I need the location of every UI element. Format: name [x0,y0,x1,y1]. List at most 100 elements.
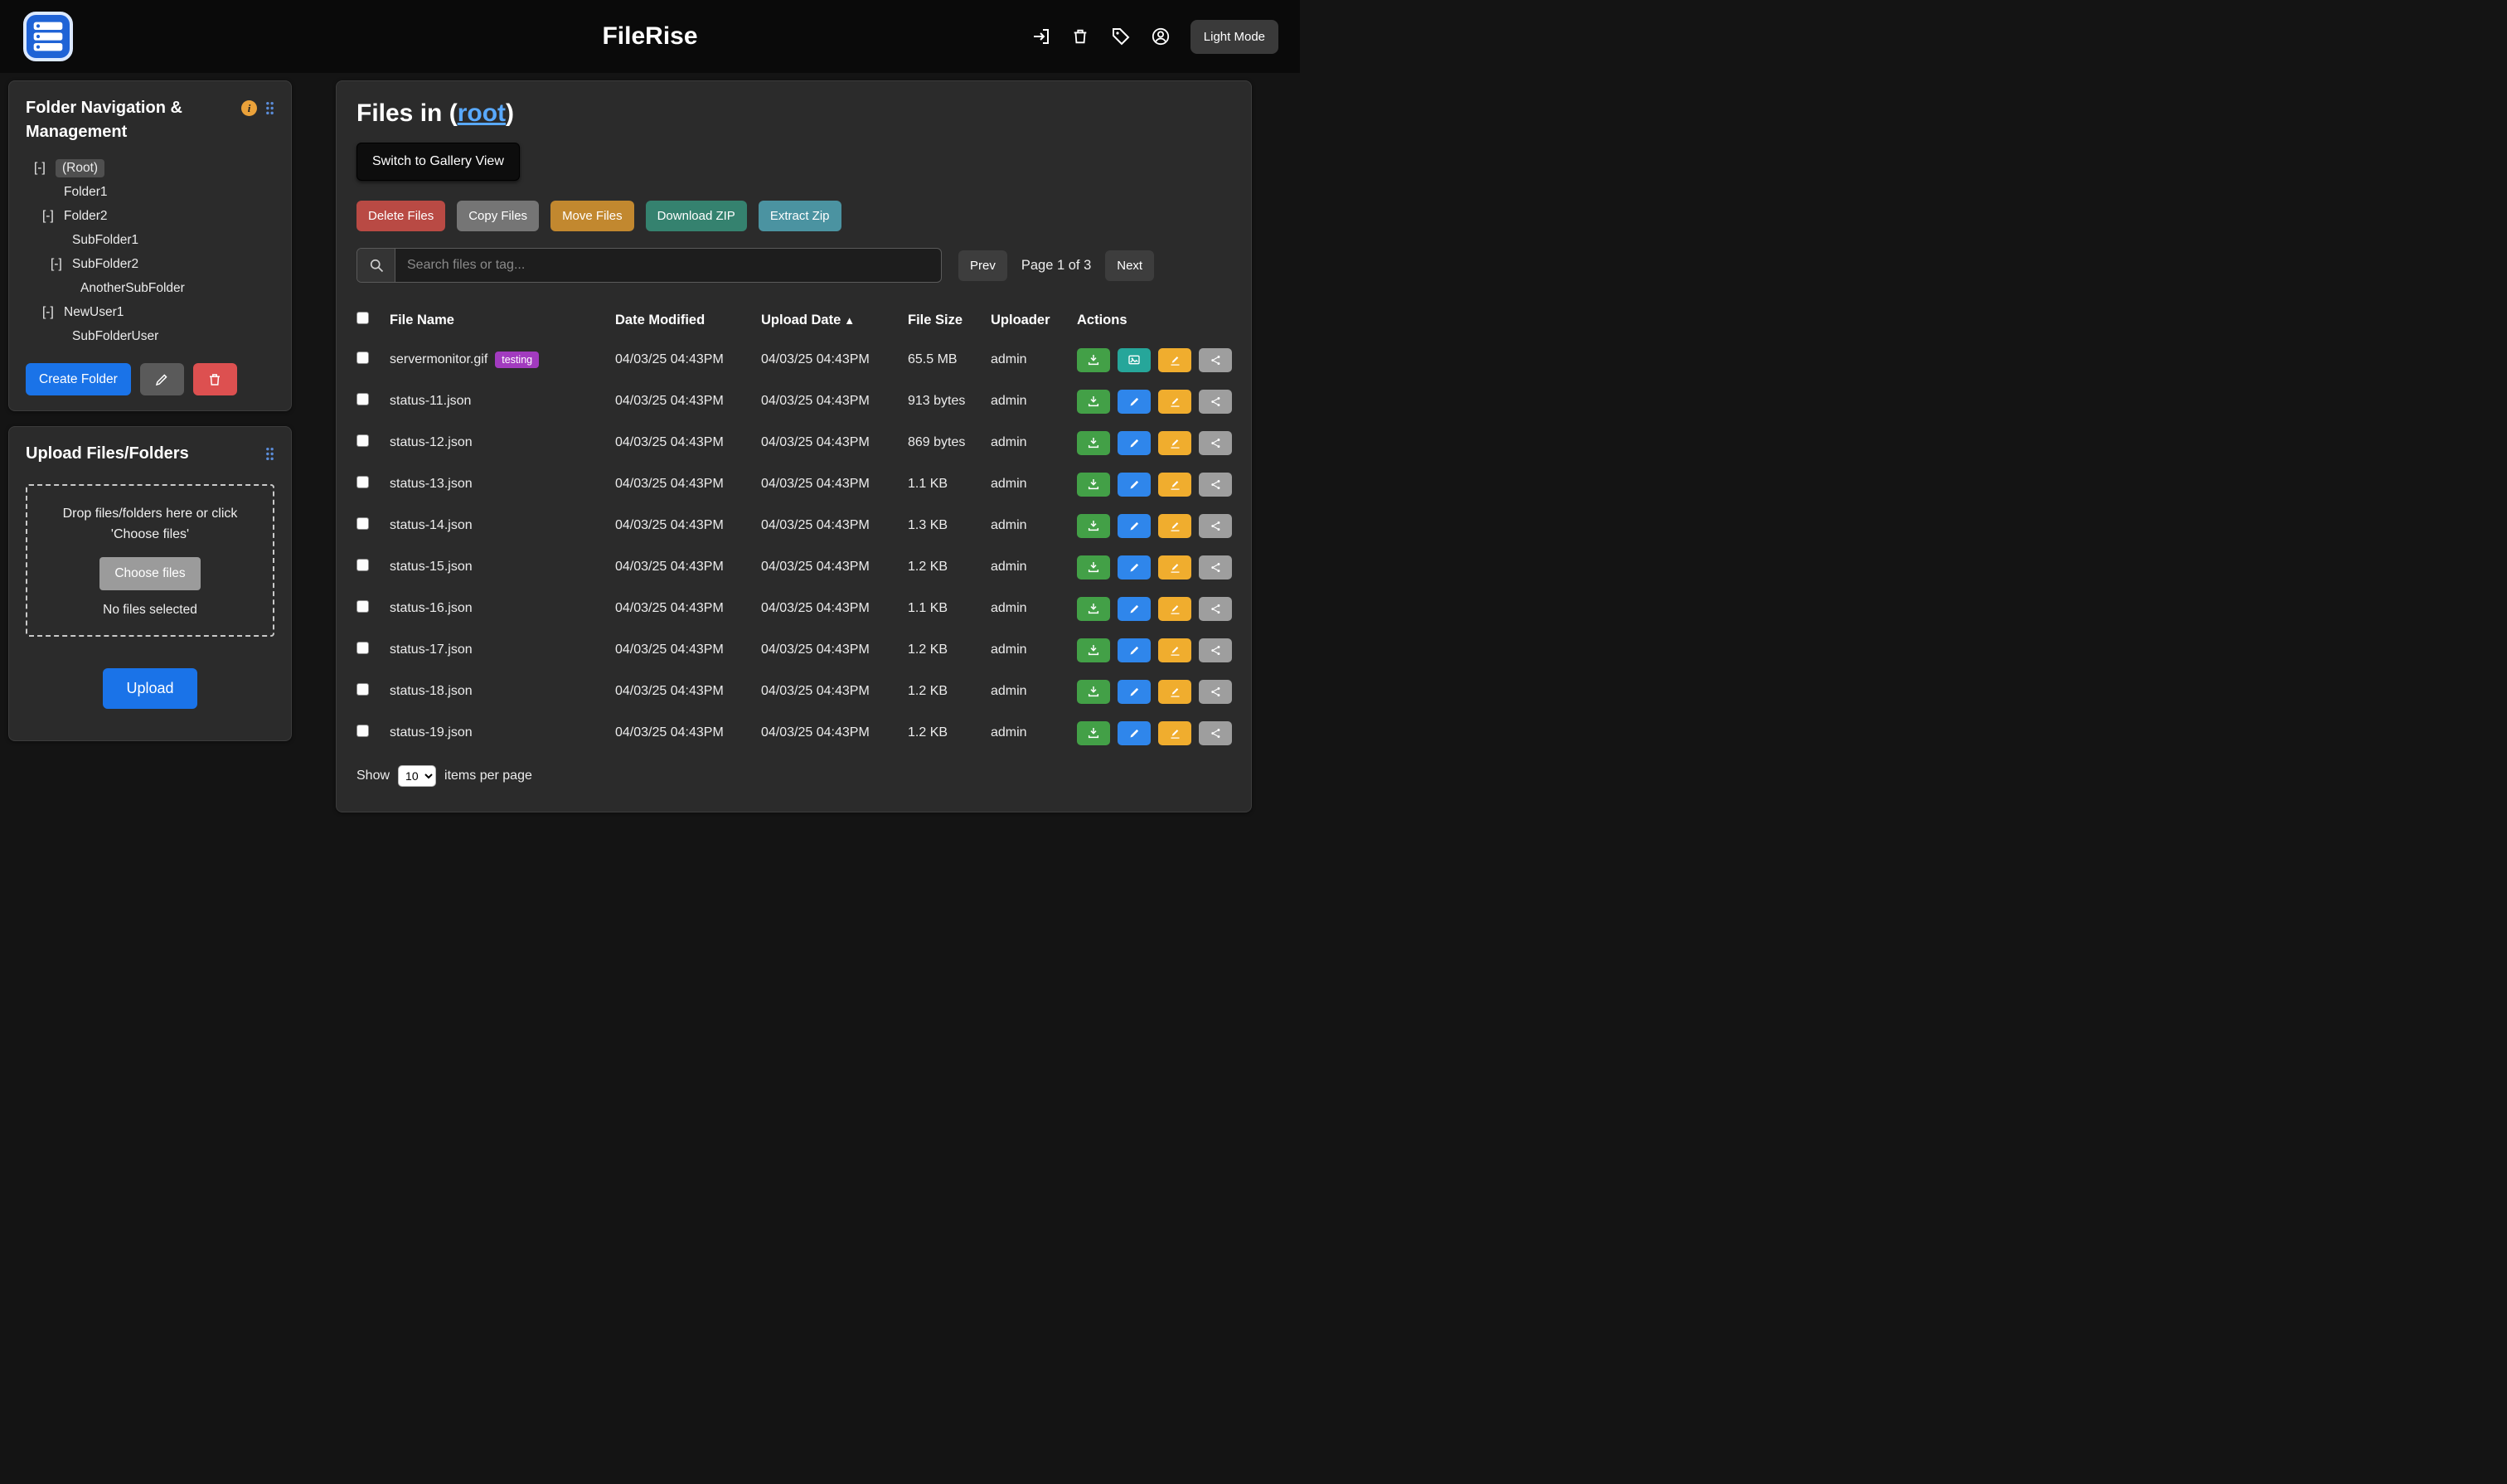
header-file-size[interactable]: File Size [908,313,991,328]
edit-button[interactable] [1118,431,1151,455]
prev-page-button[interactable]: Prev [958,250,1007,281]
logout-icon[interactable] [1031,27,1051,46]
header-file-name[interactable]: File Name [390,313,615,328]
share-button[interactable] [1199,390,1232,414]
tree-item[interactable]: [-]NewUser1 [26,300,274,324]
root-link[interactable]: root [458,99,506,127]
edit-button[interactable] [1118,390,1151,414]
tree-item[interactable]: Folder1 [26,180,274,204]
edit-button[interactable] [1118,555,1151,580]
rename-button[interactable] [1158,597,1191,621]
tree-toggle[interactable]: [-] [51,257,72,272]
share-button[interactable] [1199,680,1232,704]
download-button[interactable] [1077,390,1110,414]
select-all-checkbox[interactable] [356,312,369,324]
tree-item[interactable]: AnotherSubFolder [26,276,274,300]
edit-button[interactable] [1118,680,1151,704]
download-button[interactable] [1077,597,1110,621]
tree-item-label[interactable]: SubFolderUser [72,329,158,344]
row-checkbox[interactable] [356,725,369,737]
rename-button[interactable] [1158,473,1191,497]
items-per-page-select[interactable]: 10 [398,765,436,787]
download-button[interactable] [1077,473,1110,497]
file-name[interactable]: status-12.json [390,435,473,449]
extract-zip-button[interactable]: Extract Zip [759,201,841,231]
file-name[interactable]: status-15.json [390,560,473,574]
edit-button[interactable] [1118,473,1151,497]
tree-item-label[interactable]: AnotherSubFolder [80,281,185,296]
account-icon[interactable] [1151,27,1171,46]
edit-button[interactable] [1118,514,1151,538]
drag-handle-icon[interactable] [265,101,274,119]
delete-folder-button[interactable] [193,363,237,395]
download-zip-button[interactable]: Download ZIP [646,201,747,231]
rename-folder-button[interactable] [140,363,184,395]
rename-button[interactable] [1158,680,1191,704]
file-name[interactable]: servermonitor.gif [390,352,487,366]
tree-toggle[interactable]: [-] [34,161,56,176]
file-name[interactable]: status-18.json [390,684,473,698]
share-button[interactable] [1199,721,1232,745]
file-name[interactable]: status-14.json [390,518,473,532]
row-checkbox[interactable] [356,352,369,364]
file-dropzone[interactable]: Drop files/folders here or click 'Choose… [26,484,274,637]
filerise-logo-icon[interactable] [22,10,75,63]
header-uploader[interactable]: Uploader [991,313,1077,328]
tree-item[interactable]: SubFolderUser [26,324,274,348]
file-name[interactable]: status-16.json [390,601,473,615]
file-name[interactable]: status-17.json [390,643,473,657]
row-checkbox[interactable] [356,517,369,530]
file-name[interactable]: status-11.json [390,394,471,408]
download-button[interactable] [1077,431,1110,455]
download-button[interactable] [1077,348,1110,372]
row-checkbox[interactable] [356,642,369,654]
file-name[interactable]: status-19.json [390,725,473,740]
edit-button[interactable] [1118,721,1151,745]
tree-item-label[interactable]: SubFolder2 [72,257,138,272]
light-mode-button[interactable]: Light Mode [1190,20,1278,54]
row-checkbox[interactable] [356,393,369,405]
tree-item-label[interactable]: NewUser1 [64,305,124,320]
share-button[interactable] [1199,555,1232,580]
rename-button[interactable] [1158,721,1191,745]
search-input[interactable] [395,249,941,282]
tree-toggle[interactable]: [-] [42,305,64,320]
rename-button[interactable] [1158,431,1191,455]
rename-button[interactable] [1158,348,1191,372]
download-button[interactable] [1077,555,1110,580]
header-upload-date[interactable]: Upload Date▲ [761,313,908,328]
header-date-modified[interactable]: Date Modified [615,313,761,328]
copy-files-button[interactable]: Copy Files [457,201,539,231]
row-checkbox[interactable] [356,434,369,447]
share-button[interactable] [1199,348,1232,372]
tree-item-label[interactable]: Folder1 [64,185,108,200]
tree-item-label[interactable]: SubFolder1 [72,233,138,248]
row-checkbox[interactable] [356,476,369,488]
tree-item[interactable]: [-](Root) [26,156,274,180]
share-button[interactable] [1199,431,1232,455]
drag-handle-icon[interactable] [265,447,274,465]
search-icon[interactable] [357,249,395,282]
file-name[interactable]: status-13.json [390,477,473,491]
delete-files-button[interactable]: Delete Files [356,201,445,231]
tree-item[interactable]: [-]Folder2 [26,204,274,228]
download-button[interactable] [1077,514,1110,538]
share-button[interactable] [1199,514,1232,538]
choose-files-button[interactable]: Choose files [99,557,200,590]
rename-button[interactable] [1158,514,1191,538]
share-button[interactable] [1199,597,1232,621]
info-icon[interactable]: i [241,100,257,116]
row-checkbox[interactable] [356,600,369,613]
switch-gallery-view-button[interactable]: Switch to Gallery View [356,143,520,181]
tree-item-label[interactable]: Folder2 [64,209,108,224]
share-button[interactable] [1199,638,1232,662]
download-button[interactable] [1077,680,1110,704]
share-button[interactable] [1199,473,1232,497]
trash-icon[interactable] [1071,27,1091,46]
upload-button[interactable]: Upload [103,668,196,709]
tree-item[interactable]: SubFolder1 [26,228,274,252]
tree-item-label[interactable]: (Root) [56,159,104,177]
tag-icon[interactable] [1111,27,1131,46]
download-button[interactable] [1077,638,1110,662]
rename-button[interactable] [1158,638,1191,662]
